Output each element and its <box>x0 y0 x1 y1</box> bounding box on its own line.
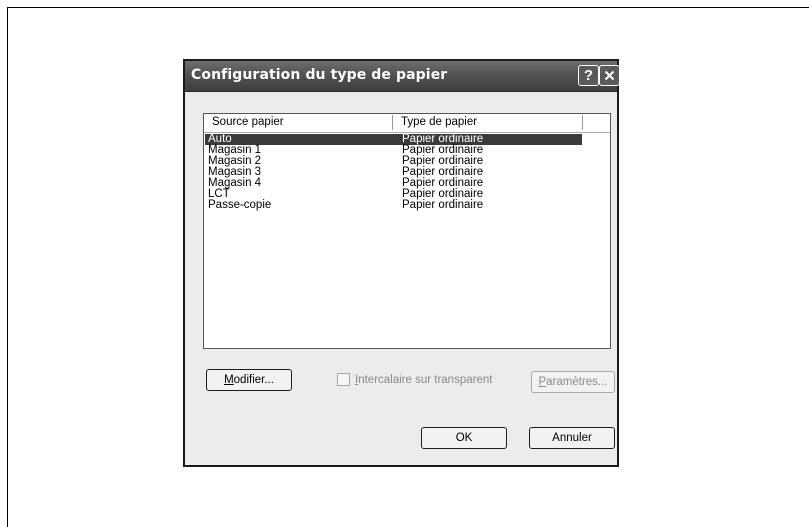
modifier-label: odifier... <box>233 374 274 386</box>
annuler-button[interactable]: Annuler <box>529 427 615 449</box>
help-button[interactable]: ? <box>578 65 599 86</box>
title-bar[interactable]: Configuration du type de papier ? <box>185 61 620 92</box>
column-header-source[interactable]: Source papier <box>204 115 393 130</box>
list-row-magasin-1[interactable]: Magasin 1 Papier ordinaire <box>205 144 582 156</box>
list-header: Source papier Type de papier <box>204 114 610 133</box>
paper-type-dialog: Configuration du type de papier ? Source… <box>183 59 620 467</box>
row-source: Passe-copie <box>208 199 272 211</box>
list-row-magasin-2[interactable]: Magasin 2 Papier ordinaire <box>205 155 582 167</box>
parametres-label: aramètres... <box>546 376 608 388</box>
transparent-interleave-checkbox[interactable] <box>337 373 350 386</box>
modifier-mnemonic: M <box>224 374 234 386</box>
dialog-title: Configuration du type de papier <box>191 67 448 83</box>
list-row-auto[interactable]: Auto Papier ordinaire <box>205 133 582 145</box>
modifier-button[interactable]: Modifier... <box>206 369 292 391</box>
parametres-mnemonic: P <box>538 376 547 388</box>
help-icon: ? <box>583 67 594 84</box>
parametres-button[interactable]: Paramètres... <box>531 371 615 393</box>
column-header-type[interactable]: Type de papier <box>393 115 583 130</box>
paper-source-list[interactable]: Source papier Type de papier Auto Papier… <box>203 113 611 349</box>
checkbox-label: ntercalaire sur transparent <box>358 373 493 386</box>
transparent-interleave-option[interactable]: Intercalaire sur transparent <box>337 373 492 386</box>
list-rows: Auto Papier ordinaire Magasin 1 Papier o… <box>205 133 582 211</box>
list-row-passe-copie[interactable]: Passe-copie Papier ordinaire <box>205 199 582 211</box>
list-row-magasin-4[interactable]: Magasin 4 Papier ordinaire <box>205 177 582 189</box>
close-icon <box>604 70 615 81</box>
close-button[interactable] <box>599 65 620 86</box>
list-row-magasin-3[interactable]: Magasin 3 Papier ordinaire <box>205 166 582 178</box>
row-type: Papier ordinaire <box>402 199 484 211</box>
ok-button[interactable]: OK <box>421 427 507 449</box>
